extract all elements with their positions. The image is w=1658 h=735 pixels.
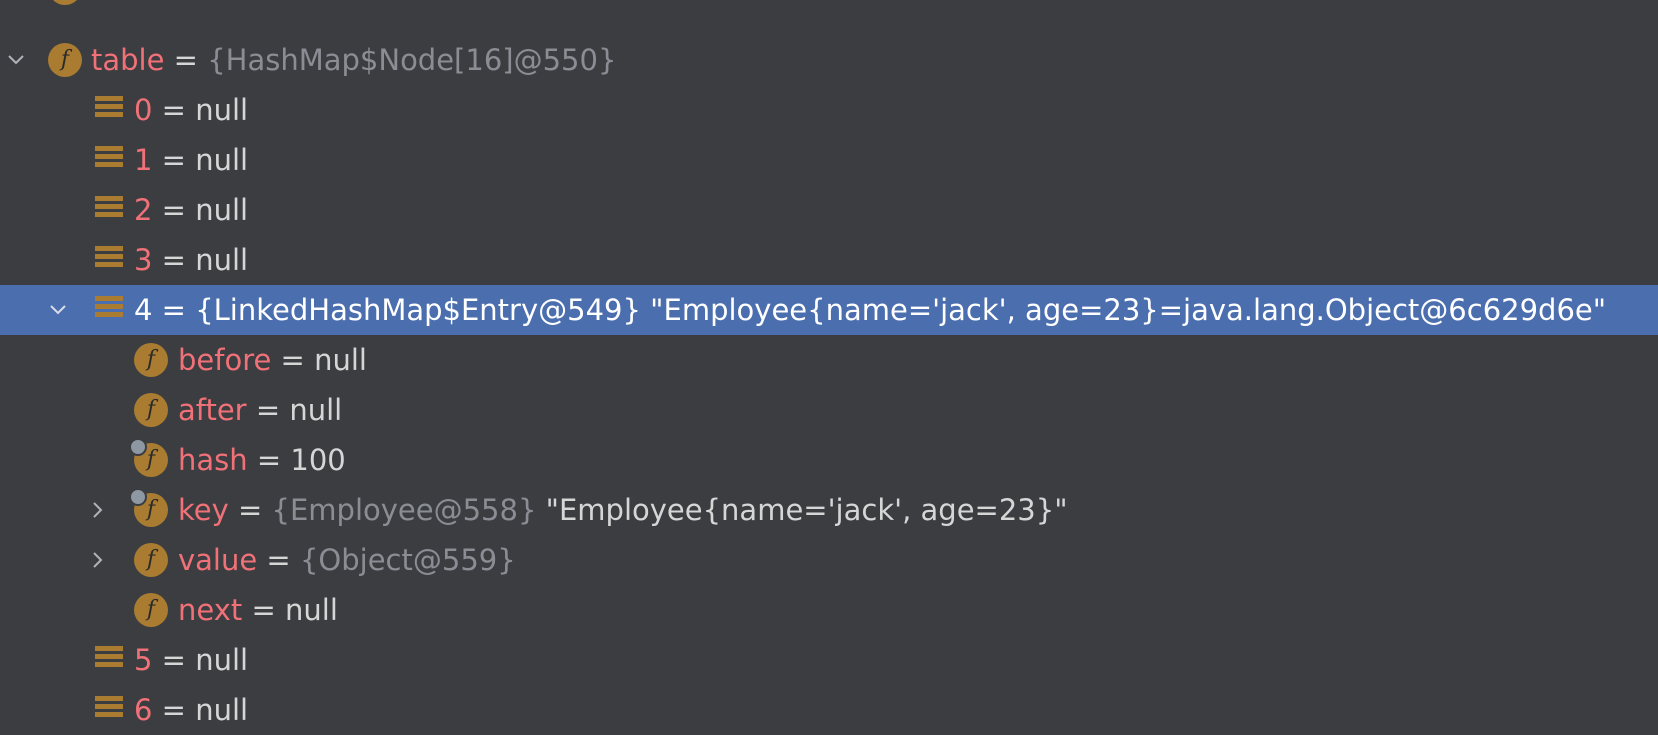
- field-icon: f: [134, 543, 168, 577]
- array-element-icon: [95, 96, 123, 124]
- chevron-right-icon[interactable]: [82, 535, 114, 585]
- tree-row-value[interactable]: f value = {Object@559}: [0, 535, 1658, 585]
- equals-sign: =: [271, 343, 315, 377]
- equals-sign: =: [152, 293, 196, 327]
- tree-row-before[interactable]: f before = null: [0, 335, 1658, 385]
- array-element-icon: [95, 196, 123, 224]
- equals-sign: =: [152, 243, 196, 277]
- tree-row-hash[interactable]: f hash = 100: [0, 435, 1658, 485]
- variable-name: key: [178, 493, 229, 527]
- equals-sign: =: [257, 543, 300, 577]
- field-icon: f: [134, 593, 168, 627]
- variable-value: null: [195, 243, 249, 277]
- variable-value: null: [285, 593, 338, 627]
- variables-tree: f table = {HashMap$Node[16]@550} 0 = nul…: [0, 0, 1658, 735]
- variable-name: 5: [134, 643, 153, 677]
- variable-name: 0: [134, 93, 153, 127]
- equals-sign: =: [152, 693, 196, 727]
- field-icon: [48, 0, 82, 5]
- field-icon: f: [134, 393, 168, 427]
- tree-row-partial[interactable]: [0, 0, 1658, 35]
- tree-row-index-6[interactable]: 6 = null: [0, 685, 1658, 735]
- tree-row-index-4[interactable]: 4 = {LinkedHashMap$Entry@549} "Employee{…: [0, 285, 1658, 335]
- equals-sign: =: [242, 593, 285, 627]
- equals-sign: =: [152, 93, 196, 127]
- chevron-right-icon[interactable]: [82, 485, 114, 535]
- variable-type: {Object@559}: [299, 543, 516, 577]
- variable-name: 4: [134, 293, 153, 327]
- variable-value: null: [195, 643, 249, 677]
- array-element-icon: [95, 696, 123, 724]
- variable-name: next: [178, 593, 243, 627]
- variable-name: hash: [178, 443, 248, 477]
- variable-value: null: [195, 143, 249, 177]
- chevron-down-icon[interactable]: [42, 285, 74, 335]
- variable-value: "Employee{name='jack', age=23}=java.lang…: [640, 293, 1607, 327]
- variable-name: 1: [134, 143, 153, 177]
- variable-value: null: [314, 343, 367, 377]
- variable-name: 2: [134, 193, 153, 227]
- field-icon: f: [134, 343, 168, 377]
- tree-row-index-5[interactable]: 5 = null: [0, 635, 1658, 685]
- tree-row-index-1[interactable]: 1 = null: [0, 135, 1658, 185]
- chevron-down-icon[interactable]: [0, 35, 32, 85]
- variable-type: {Employee@558}: [271, 493, 537, 527]
- variable-name: 6: [134, 693, 153, 727]
- variable-name: value: [178, 543, 258, 577]
- array-element-icon: [95, 146, 123, 174]
- array-element-icon: [95, 296, 123, 324]
- tree-row-next[interactable]: f next = null: [0, 585, 1658, 635]
- variable-name: 3: [134, 243, 153, 277]
- tree-row-index-0[interactable]: 0 = null: [0, 85, 1658, 135]
- variable-type: {HashMap$Node[16]@550}: [207, 43, 617, 77]
- equals-sign: =: [247, 443, 291, 477]
- variable-value: null: [195, 93, 249, 127]
- equals-sign: =: [152, 193, 196, 227]
- array-element-icon: [95, 246, 123, 274]
- variable-value: 100: [290, 443, 346, 477]
- variable-name: after: [178, 393, 247, 427]
- array-element-icon: [95, 646, 123, 674]
- tree-row-table[interactable]: f table = {HashMap$Node[16]@550}: [0, 35, 1658, 85]
- variable-value: "Employee{name='jack', age=23}": [536, 493, 1068, 527]
- variable-value: null: [195, 193, 249, 227]
- field-icon: f: [48, 43, 82, 77]
- final-field-icon: f: [129, 488, 168, 527]
- variable-type: {LinkedHashMap$Entry@549}: [195, 293, 641, 327]
- equals-sign: =: [152, 643, 196, 677]
- equals-sign: =: [228, 493, 272, 527]
- tree-row-after[interactable]: f after = null: [0, 385, 1658, 435]
- final-field-icon: f: [129, 438, 168, 477]
- tree-row-index-2[interactable]: 2 = null: [0, 185, 1658, 235]
- tree-row-index-3[interactable]: 3 = null: [0, 235, 1658, 285]
- variable-name: table: [91, 43, 165, 77]
- variable-name: before: [178, 343, 272, 377]
- variable-value: null: [195, 693, 249, 727]
- tree-row-key[interactable]: f key = {Employee@558} "Employee{name='j…: [0, 485, 1658, 535]
- equals-sign: =: [164, 43, 208, 77]
- equals-sign: =: [152, 143, 196, 177]
- variable-value: null: [289, 393, 343, 427]
- equals-sign: =: [246, 393, 290, 427]
